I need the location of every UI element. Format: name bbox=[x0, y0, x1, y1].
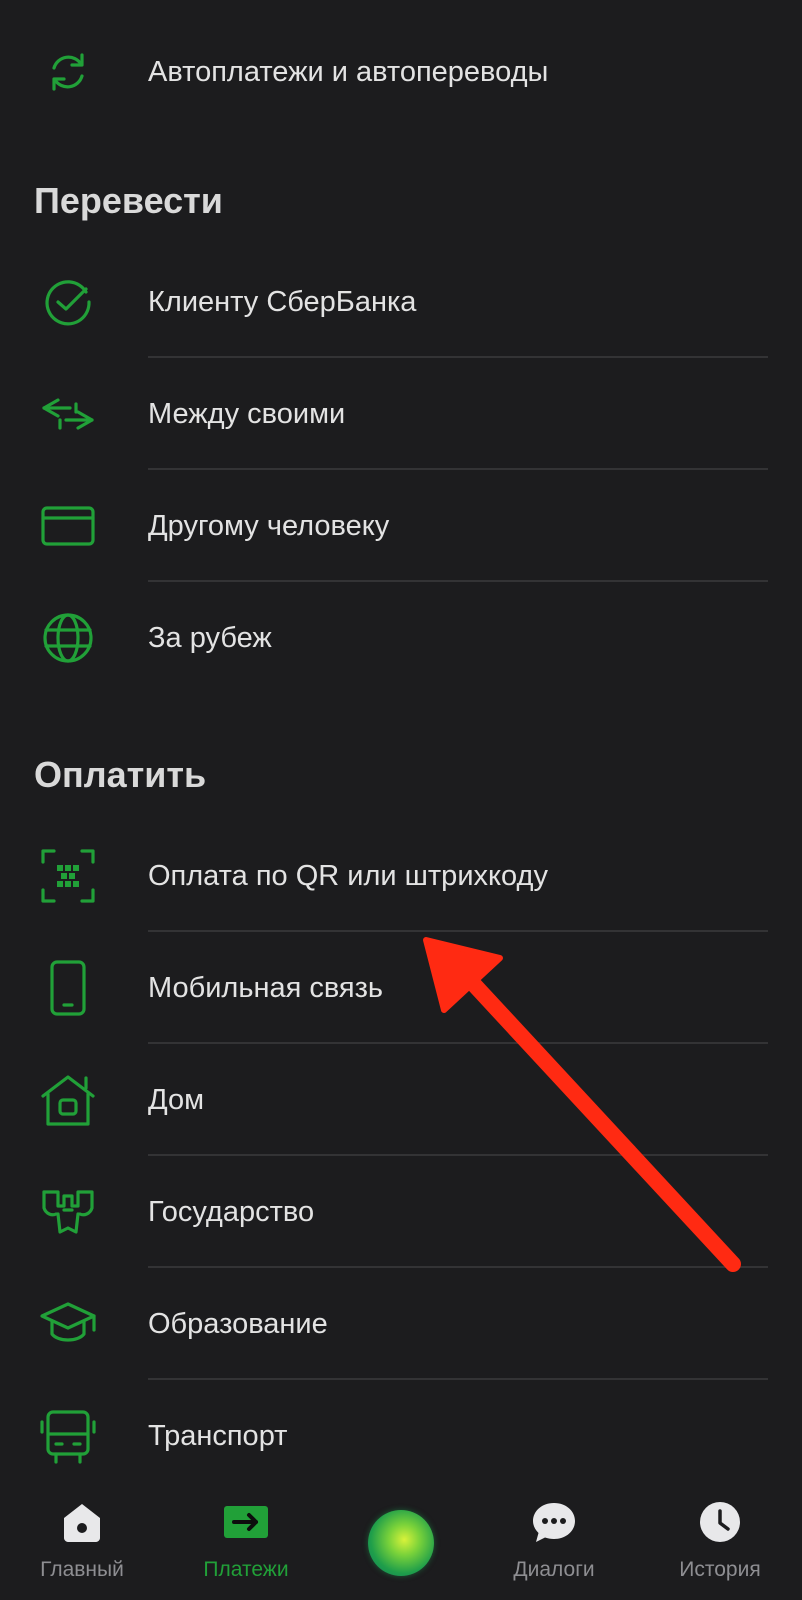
payments-screen: Автоплатежи и автопереводы Перевести Кли… bbox=[0, 0, 802, 1600]
refresh-icon bbox=[40, 44, 96, 100]
nav-item-home[interactable]: Главный bbox=[2, 1478, 162, 1600]
list-item-autopayments[interactable]: Автоплатежи и автопереводы bbox=[0, 16, 802, 128]
nav-label: Диалоги bbox=[513, 1558, 595, 1581]
coat-of-arms-icon bbox=[40, 1184, 96, 1240]
list-item-label: Оплата по QR или штрихкоду bbox=[148, 860, 548, 892]
bottom-nav: Главный Платежи Диалоги История bbox=[0, 1478, 802, 1600]
globe-icon bbox=[40, 610, 96, 666]
list-item-abroad[interactable]: За рубеж bbox=[0, 582, 802, 694]
nav-item-dialogs[interactable]: Диалоги bbox=[474, 1478, 634, 1600]
phone-icon bbox=[40, 960, 96, 1016]
payments-arrow-icon bbox=[222, 1500, 270, 1544]
graduation-cap-icon bbox=[40, 1296, 96, 1352]
clock-icon bbox=[696, 1500, 744, 1544]
list-item-label: За рубеж bbox=[148, 622, 272, 654]
list-item-label: Образование bbox=[148, 1308, 328, 1340]
nav-label: Платежи bbox=[203, 1558, 289, 1581]
list-item-label: Между своими bbox=[148, 398, 346, 430]
list-item-other-person[interactable]: Другому человеку bbox=[0, 470, 802, 582]
section-title-pay: Оплатить bbox=[34, 754, 207, 795]
list-item-qr-payment[interactable]: Оплата по QR или штрихкоду bbox=[0, 820, 802, 932]
swap-arrows-icon bbox=[40, 386, 96, 442]
card-icon bbox=[40, 498, 96, 554]
qr-scan-icon bbox=[40, 848, 96, 904]
list-item-transport[interactable]: Транспорт bbox=[0, 1380, 802, 1492]
home-icon bbox=[58, 1500, 106, 1544]
section-title-transfer: Перевести bbox=[34, 180, 223, 221]
nav-label: Главный bbox=[40, 1558, 124, 1581]
list-item-mobile[interactable]: Мобильная связь bbox=[0, 932, 802, 1044]
list-item-label: Транспорт bbox=[148, 1420, 288, 1452]
nav-item-history[interactable]: История bbox=[640, 1478, 800, 1600]
chat-bubble-icon bbox=[530, 1500, 578, 1544]
list-item-education[interactable]: Образование bbox=[0, 1268, 802, 1380]
list-item-label: Другому человеку bbox=[148, 510, 390, 542]
list-item-government[interactable]: Государство bbox=[0, 1156, 802, 1268]
list-item-between-own[interactable]: Между своими bbox=[0, 358, 802, 470]
nav-label: История bbox=[679, 1558, 761, 1581]
sber-check-icon bbox=[40, 274, 96, 330]
list-item-label: Мобильная связь bbox=[148, 972, 384, 1004]
nav-item-payments[interactable]: Платежи bbox=[166, 1478, 326, 1600]
list-item-sber-client[interactable]: Клиенту СберБанка bbox=[0, 246, 802, 358]
bus-icon bbox=[40, 1408, 96, 1464]
assistant-orb-icon[interactable] bbox=[368, 1510, 434, 1576]
list-item-label: Дом bbox=[148, 1084, 205, 1116]
house-icon bbox=[40, 1072, 96, 1128]
list-item-label: Автоплатежи и автопереводы bbox=[148, 56, 549, 88]
list-item-home[interactable]: Дом bbox=[0, 1044, 802, 1156]
list-item-label: Клиенту СберБанка bbox=[148, 286, 417, 318]
list-item-label: Государство bbox=[148, 1196, 315, 1228]
